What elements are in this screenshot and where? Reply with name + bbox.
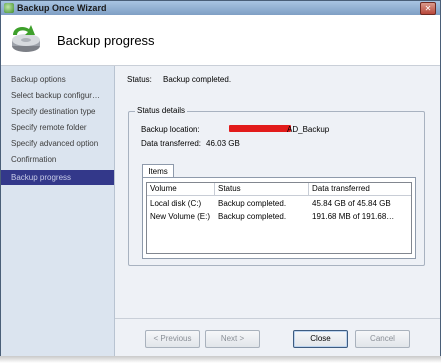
- status-label: Status:: [127, 75, 152, 84]
- cell-data-transferred: 45.84 GB of 45.84 GB: [312, 199, 391, 208]
- previous-button[interactable]: < Previous: [145, 330, 200, 348]
- data-transferred-label: Data transferred:: [141, 139, 202, 148]
- window-close-button[interactable]: ✕: [420, 2, 436, 15]
- items-tab-panel: Volume Status Data transferred Local dis…: [142, 177, 416, 259]
- volumes-list[interactable]: Volume Status Data transferred Local dis…: [146, 182, 412, 254]
- wizard-app-icon: [4, 3, 14, 13]
- wizard-steps-sidebar: Backup options Select backup configur… S…: [1, 66, 115, 356]
- column-header-volume[interactable]: Volume: [147, 183, 215, 195]
- step-specify-destination-type[interactable]: Specify destination type: [1, 104, 114, 119]
- wizard-footer: < Previous Next > Close Cancel: [115, 318, 440, 356]
- column-header-status[interactable]: Status: [215, 183, 309, 195]
- cell-volume: New Volume (E:): [150, 212, 211, 221]
- wizard-header: Backup progress: [1, 15, 440, 66]
- backup-once-wizard-window: Backup Once Wizard ✕ Backup progress Bac…: [0, 0, 441, 357]
- window-shadow: [0, 356, 441, 363]
- list-header: Volume Status Data transferred: [147, 183, 411, 196]
- redaction-mark: [229, 125, 291, 132]
- cell-status: Backup completed.: [218, 212, 287, 221]
- cell-data-transferred: 191.68 MB of 191.68…: [312, 212, 395, 221]
- table-row[interactable]: Local disk (C:) Backup completed. 45.84 …: [147, 198, 411, 210]
- step-confirmation[interactable]: Confirmation: [1, 152, 114, 167]
- backup-location-value: AD_Backup: [287, 125, 330, 134]
- wizard-content: Status: Backup completed. Status details…: [115, 66, 440, 356]
- step-backup-options[interactable]: Backup options: [1, 72, 114, 87]
- step-backup-progress[interactable]: Backup progress: [1, 170, 114, 185]
- close-button[interactable]: Close: [293, 330, 348, 348]
- window-title: Backup Once Wizard: [17, 3, 107, 13]
- backup-location-label: Backup location:: [141, 125, 200, 134]
- next-button[interactable]: Next >: [205, 330, 260, 348]
- tab-items[interactable]: Items: [142, 164, 174, 178]
- step-select-backup-configuration[interactable]: Select backup configur…: [1, 88, 114, 103]
- step-specify-advanced-option[interactable]: Specify advanced option: [1, 136, 114, 151]
- page-title: Backup progress: [57, 33, 155, 48]
- column-header-data-transferred[interactable]: Data transferred: [309, 183, 411, 195]
- table-row[interactable]: New Volume (E:) Backup completed. 191.68…: [147, 211, 411, 223]
- cell-volume: Local disk (C:): [150, 199, 202, 208]
- backup-drive-icon: [12, 25, 40, 52]
- status-value: Backup completed.: [163, 75, 232, 84]
- title-bar[interactable]: Backup Once Wizard ✕: [1, 1, 440, 15]
- cell-status: Backup completed.: [218, 199, 287, 208]
- cancel-button[interactable]: Cancel: [355, 330, 410, 348]
- data-transferred-value: 46.03 GB: [206, 139, 240, 148]
- status-details-title: Status details: [135, 106, 188, 115]
- status-details-group: Status details Backup location: AD_Backu…: [128, 106, 425, 266]
- step-specify-remote-folder[interactable]: Specify remote folder: [1, 120, 114, 135]
